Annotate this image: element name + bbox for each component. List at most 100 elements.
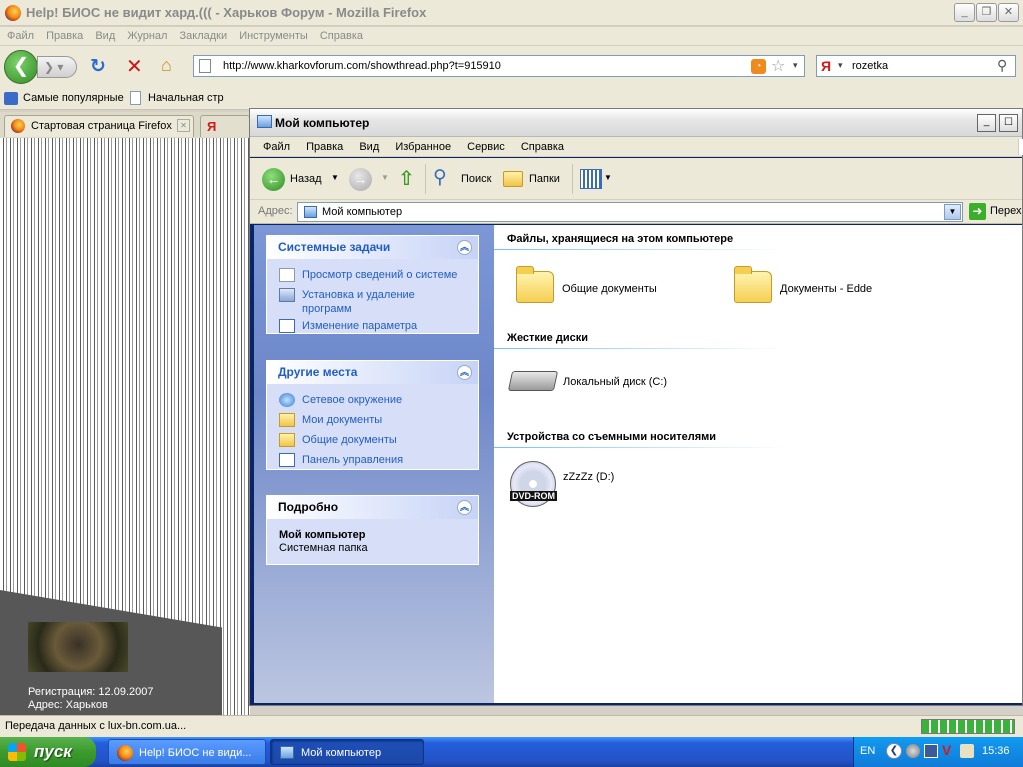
home-icon[interactable]: ⌂ <box>161 55 172 76</box>
start-label: пуск <box>34 742 72 761</box>
chevron-left-icon[interactable]: ❮ <box>886 743 902 759</box>
avatar <box>28 622 128 672</box>
menu-tools[interactable]: Сервис <box>467 137 505 157</box>
network-icon <box>279 393 295 407</box>
search-input[interactable]: rozetka <box>852 60 888 72</box>
chevron-down-icon[interactable]: ▼ <box>331 173 339 182</box>
place-control-panel[interactable]: Панель управления <box>267 450 478 470</box>
panel-header[interactable]: Системные задачи ︽ <box>267 236 478 259</box>
bookmark-most-visited[interactable]: Самые популярные <box>23 92 124 104</box>
place-shared-documents[interactable]: Общие документы <box>267 430 478 450</box>
minimize-button[interactable]: _ <box>977 114 996 132</box>
go-arrow-icon[interactable]: ➜ <box>969 203 986 220</box>
magnifier-icon[interactable]: ⚲ <box>997 57 1007 74</box>
task-view-system-info[interactable]: Просмотр сведений о системе <box>267 265 478 285</box>
folder-item-edde-documents[interactable]: Документы - Edde <box>734 263 934 313</box>
tray-icon[interactable] <box>960 744 974 758</box>
stop-icon[interactable]: ✕ <box>126 54 143 79</box>
address-field[interactable]: Мой компьютер ▼ <box>297 202 963 222</box>
magnifier-icon[interactable]: ⚲ <box>433 166 447 189</box>
explorer-window-title: Мой компьютер <box>275 116 370 130</box>
network-icon[interactable] <box>924 744 938 758</box>
folder-icon <box>734 266 772 303</box>
back-arrow-icon[interactable]: ❮ <box>4 50 38 84</box>
chevron-down-icon[interactable]: ▾ <box>838 60 843 71</box>
system-tray: EN ❮ V 15:36 <box>853 737 1023 767</box>
menu-edit[interactable]: Правка <box>306 137 343 157</box>
item-label: Документы - Edde <box>780 283 873 295</box>
firefox-window-title: Help! БИОС не видит хард.((( - Харьков Ф… <box>26 5 427 20</box>
maximize-button[interactable]: ❐ <box>976 3 997 22</box>
firefox-menubar: Файл Правка Вид Журнал Закладки Инструме… <box>0 27 1023 45</box>
tab-label: Стартовая страница Firefox <box>31 120 172 132</box>
back-arrow-icon[interactable]: ← <box>262 168 285 191</box>
place-my-documents[interactable]: Мои документы <box>267 410 478 430</box>
section-title-removable: Устройства со съемными носителями <box>507 431 717 443</box>
taskbar-button-firefox[interactable]: Help! БИОС не види... <box>108 739 266 765</box>
task-add-remove-programs[interactable]: Установка и удаление программ <box>267 285 478 316</box>
star-icon[interactable]: ☆ <box>771 56 785 76</box>
menu-tools[interactable]: Инструменты <box>239 27 308 45</box>
computer-icon <box>257 115 272 128</box>
chevron-down-icon[interactable]: ▼ <box>944 204 961 220</box>
panel-header[interactable]: Подробно ︽ <box>267 496 478 519</box>
chevron-down-icon[interactable]: ▼ <box>604 173 612 182</box>
menu-file[interactable]: Файл <box>7 27 34 45</box>
menu-view[interactable]: Вид <box>359 137 379 157</box>
tray-icon[interactable] <box>906 744 920 758</box>
chevron-up-icon[interactable]: ︽ <box>457 365 472 380</box>
menu-file[interactable]: Файл <box>263 137 290 157</box>
menu-view[interactable]: Вид <box>95 27 115 45</box>
taskbar: пуск Help! БИОС не види... Мой компьютер… <box>0 737 1023 767</box>
drive-item-c[interactable]: Локальный диск (C:) <box>507 361 730 411</box>
progress-bar <box>921 719 1015 734</box>
bookmark-start-page[interactable]: Начальная стр <box>148 92 224 104</box>
panel-header[interactable]: Другие места ︽ <box>267 361 478 384</box>
close-icon[interactable]: ✕ <box>177 119 190 132</box>
panel-title: Другие места <box>278 365 358 379</box>
chevron-up-icon[interactable]: ︽ <box>457 240 472 255</box>
address-bar: Адрес: Мой компьютер ▼ ➜ Перех <box>250 200 1022 224</box>
drive-item-d[interactable]: DVD-ROM zZzZz (D:) <box>510 457 710 517</box>
go-button-label[interactable]: Перех <box>990 205 1022 217</box>
folder-item-shared-documents[interactable]: Общие документы <box>516 263 716 313</box>
explorer-window: Мой компьютер _ ☐ Файл Правка Вид Избран… <box>249 108 1023 706</box>
place-network[interactable]: Сетевое окружение <box>267 390 478 410</box>
tab-yandex[interactable]: Я <box>200 115 250 137</box>
forward-arrow-icon[interactable]: ❯ ▾ <box>37 56 77 78</box>
menu-help[interactable]: Справка <box>521 137 564 157</box>
taskbar-button-label: Help! БИОС не види... <box>139 747 252 759</box>
folder-icon[interactable] <box>503 171 523 187</box>
menu-edit[interactable]: Правка <box>46 27 83 45</box>
maximize-button[interactable]: ☐ <box>999 114 1018 132</box>
close-button[interactable]: ✕ <box>998 3 1019 22</box>
menu-help[interactable]: Справка <box>320 27 363 45</box>
url-bar[interactable]: http://www.kharkovforum.com/showthread.p… <box>193 55 805 77</box>
search-box[interactable]: Я ▾ rozetka ⚲ <box>816 55 1016 77</box>
chevron-down-icon[interactable]: ▾ <box>793 60 798 71</box>
language-indicator[interactable]: EN <box>860 745 875 757</box>
status-text: Передача данных с lux-bn.com.ua... <box>5 720 187 732</box>
forward-arrow-icon[interactable]: → <box>349 168 372 191</box>
chevron-up-icon[interactable]: ︽ <box>457 500 472 515</box>
start-button[interactable]: пуск <box>0 737 96 767</box>
taskbar-button-explorer[interactable]: Мой компьютер <box>270 739 424 765</box>
up-folder-icon[interactable]: ⇧ <box>398 166 420 190</box>
back-button-label[interactable]: Назад <box>290 173 322 185</box>
reload-icon[interactable]: ↻ <box>90 55 106 78</box>
minimize-button[interactable]: _ <box>954 3 975 22</box>
folders-button-label[interactable]: Папки <box>529 173 560 185</box>
search-engine-icon[interactable]: Я <box>821 58 831 74</box>
task-change-setting[interactable]: Изменение параметра <box>267 316 478 336</box>
menu-history[interactable]: Журнал <box>127 27 167 45</box>
tab-firefox-start[interactable]: Стартовая страница Firefox ✕ <box>4 115 194 137</box>
antivirus-icon[interactable]: V <box>942 742 951 758</box>
menu-favorites[interactable]: Избранное <box>395 137 451 157</box>
menu-bookmarks[interactable]: Закладки <box>180 27 228 45</box>
task-pane: Системные задачи ︽ Просмотр сведений о си… <box>254 225 494 703</box>
search-button-label[interactable]: Поиск <box>461 173 491 185</box>
explorer-menubar: Файл Правка Вид Избранное Сервис Справка <box>250 137 1023 157</box>
chevron-down-icon[interactable]: ▼ <box>381 173 389 182</box>
views-icon[interactable] <box>580 169 602 189</box>
rss-icon[interactable]: ◔ <box>751 59 766 74</box>
